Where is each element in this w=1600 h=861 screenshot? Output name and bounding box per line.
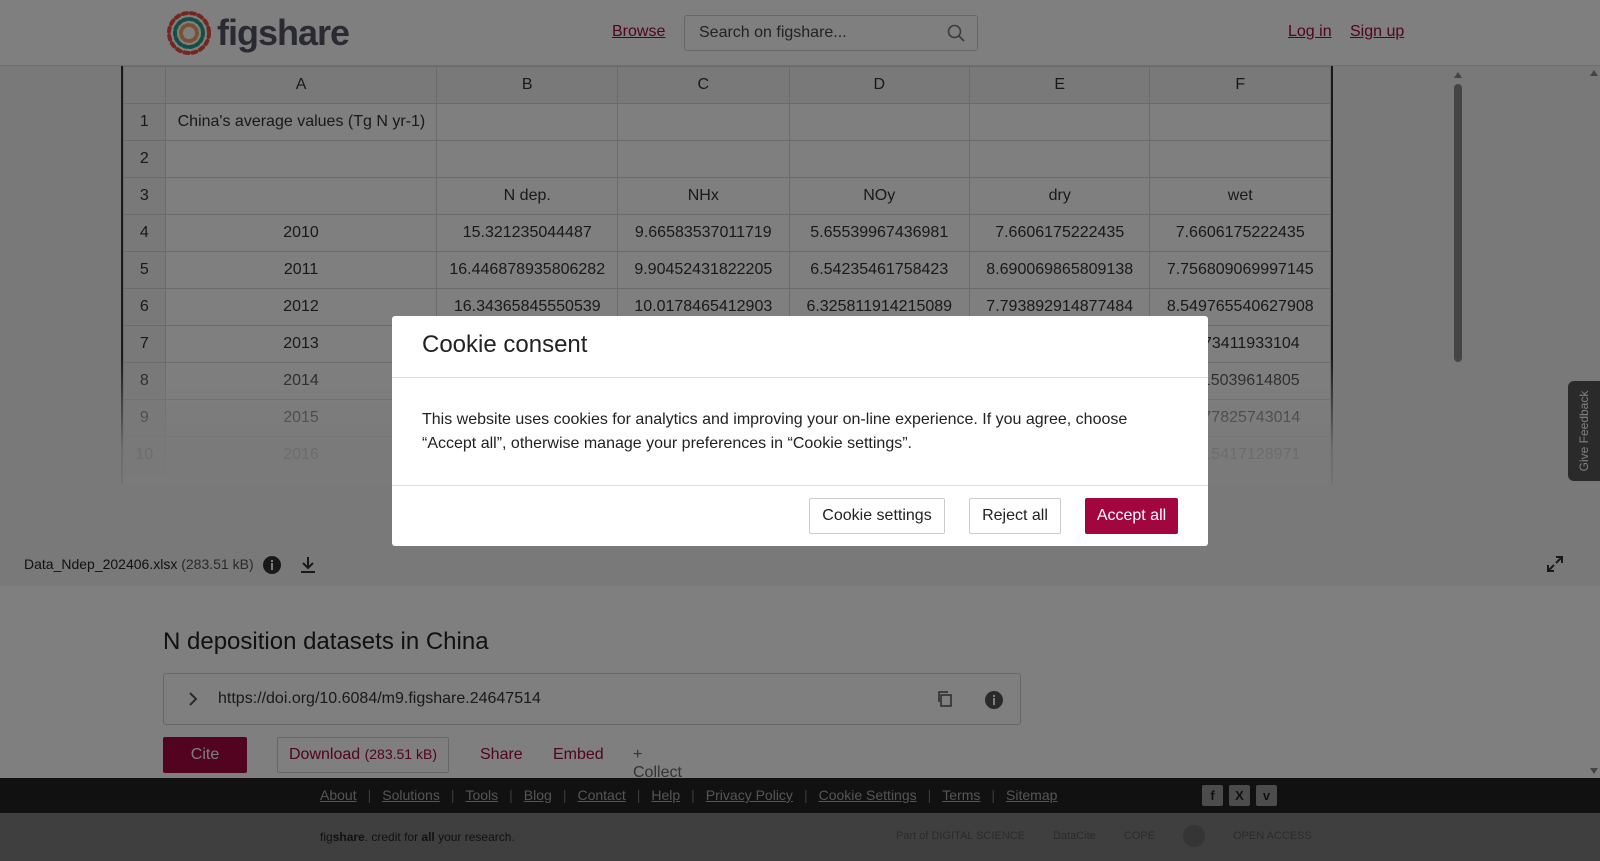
dialog-footer: Cookie settings Reject all Accept all [392,486,1208,546]
dialog-header: Cookie consent [392,316,1208,378]
dialog-body: This website uses cookies for analytics … [392,378,1208,486]
cookie-consent-dialog: Cookie consent This website uses cookies… [392,316,1208,546]
reject-all-button[interactable]: Reject all [969,498,1061,534]
accept-all-button[interactable]: Accept all [1085,498,1178,534]
cookie-settings-button[interactable]: Cookie settings [809,498,945,534]
dialog-title: Cookie consent [422,331,588,358]
